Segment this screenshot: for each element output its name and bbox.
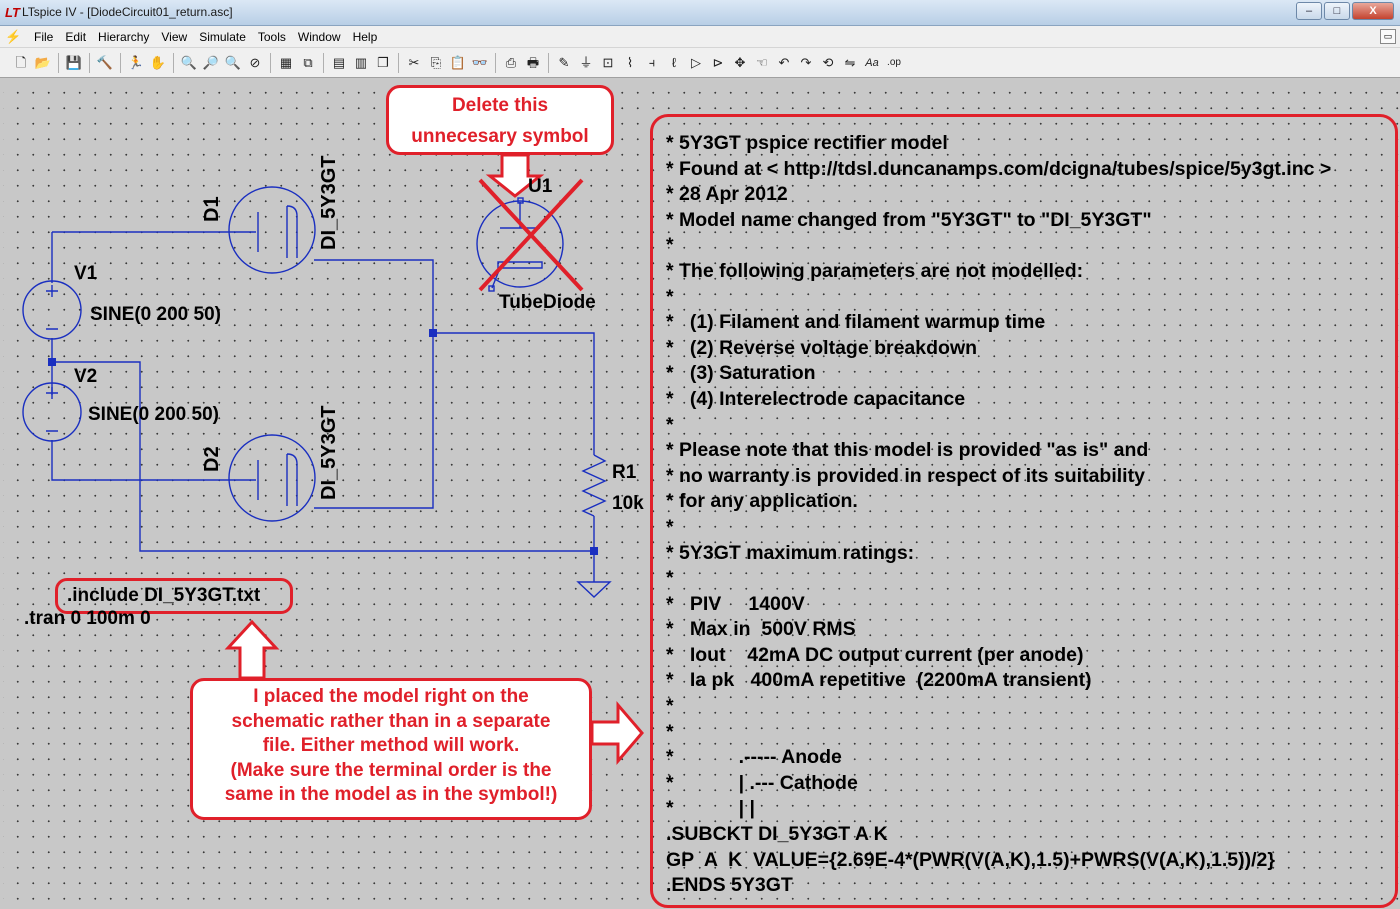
delete-symbol-callout: Delete this unnecesary symbol xyxy=(386,85,614,155)
callout-line: I placed the model right on the xyxy=(253,686,529,707)
spice-model-line: .ENDS 5Y3GT xyxy=(666,874,793,897)
r1-resistor-symbol xyxy=(581,454,607,517)
v1-ref-label[interactable]: V1 xyxy=(74,263,97,285)
d1-model-label[interactable]: DI_5Y3GT xyxy=(318,156,341,250)
spice-model-line: * (4) Interelectrode capacitance xyxy=(666,387,966,410)
tran-directive[interactable]: .tran 0 100m 0 xyxy=(24,608,151,630)
r1-ref-label[interactable]: R1 xyxy=(612,462,636,484)
spice-model-line: * The following parameters are not model… xyxy=(666,259,1084,282)
callout-line: Delete this xyxy=(451,95,549,116)
callout-line: same in the model as in the symbol!) xyxy=(224,784,558,805)
spice-model-line: * PIV 1400V xyxy=(666,592,805,615)
spice-model-line: * Ia pk 400mA repetitive (2200mA transie… xyxy=(666,669,1092,692)
spice-model-line: * xyxy=(666,285,674,308)
spice-model-line: * 28 Apr 2012 xyxy=(666,183,788,206)
spice-model-line: * for any application. xyxy=(666,490,858,513)
spice-model-line: * Model name changed from "5Y3GT" to "DI… xyxy=(666,208,1152,231)
spice-model-line: * (2) Reverse voltage breakdown xyxy=(666,336,978,359)
callout-line: schematic rather than in a separate xyxy=(231,710,551,732)
spice-model-line: * xyxy=(666,720,674,743)
u1-model-label[interactable]: TubeDiode xyxy=(499,292,596,314)
spice-model-directive[interactable]: * 5Y3GT pspice rectifier model * Found at… xyxy=(666,131,1331,899)
spice-model-line: * | | xyxy=(666,797,755,820)
ground-symbol xyxy=(576,581,612,598)
spice-model-line: * Please note that this model is provide… xyxy=(666,439,1149,462)
spice-model-line: * 5Y3GT maximum ratings: xyxy=(666,541,915,564)
junction-dot xyxy=(590,547,598,555)
callout-line: file. Either method will work. xyxy=(262,735,520,756)
d1-tube-symbol xyxy=(228,186,316,274)
callout-line: unnecesary symbol xyxy=(411,126,589,147)
spice-model-line: * | .--- Cathode xyxy=(666,771,858,794)
v2-value-label[interactable]: SINE(0 200 50) xyxy=(88,404,219,426)
up-arrow-annotation xyxy=(224,619,280,680)
d2-model-label[interactable]: DI_5Y3GT xyxy=(318,406,341,500)
spice-model-line: * (3) Saturation xyxy=(666,362,816,385)
v1-value-label[interactable]: SINE(0 200 50) xyxy=(90,304,221,326)
model-placement-callout: I placed the model right on the schemati… xyxy=(190,678,592,820)
spice-model-line: * Found at < http://tdsl.duncanamps.com/… xyxy=(666,157,1332,180)
spice-model-line: .SUBCKT DI_5Y3GT A K xyxy=(666,823,888,846)
spice-model-line: * Max in 500V RMS xyxy=(666,618,856,641)
junction-dot xyxy=(429,329,437,337)
v2-ref-label[interactable]: V2 xyxy=(74,366,97,388)
wire xyxy=(433,332,595,455)
d2-ref-label[interactable]: D2 xyxy=(201,446,224,472)
r1-value-label[interactable]: 10k xyxy=(612,493,644,515)
spice-model-line: * 5Y3GT pspice rectifier model xyxy=(666,132,948,154)
u1-ref-label[interactable]: U1 xyxy=(528,176,552,198)
spice-model-line: * xyxy=(666,234,674,257)
spice-model-line: * no warranty is provided in respect of … xyxy=(666,464,1145,487)
callout-line: (Make sure the terminal order is the xyxy=(230,759,552,781)
d1-ref-label[interactable]: D1 xyxy=(201,196,224,222)
spice-model-line: * xyxy=(666,695,674,718)
include-directive[interactable]: .include DI_5Y3GT.txt xyxy=(67,585,260,607)
d2-tube-symbol xyxy=(228,434,316,522)
spice-model-line: * xyxy=(666,515,674,538)
spice-model-line: * .----- Anode xyxy=(666,746,842,769)
spice-model-line: GP A K VALUE={2.69E-4*(PWR(V(A,K),1.5)+P… xyxy=(666,848,1275,871)
spice-model-line: * (1) Filament and filament warmup time xyxy=(666,311,1046,334)
spice-model-line: * xyxy=(666,567,674,590)
right-arrow-annotation xyxy=(590,700,644,766)
spice-model-line: * Iout 42mA DC output current (per anode… xyxy=(666,643,1084,666)
junction-dot xyxy=(48,358,56,366)
spice-model-line: * xyxy=(666,413,674,436)
